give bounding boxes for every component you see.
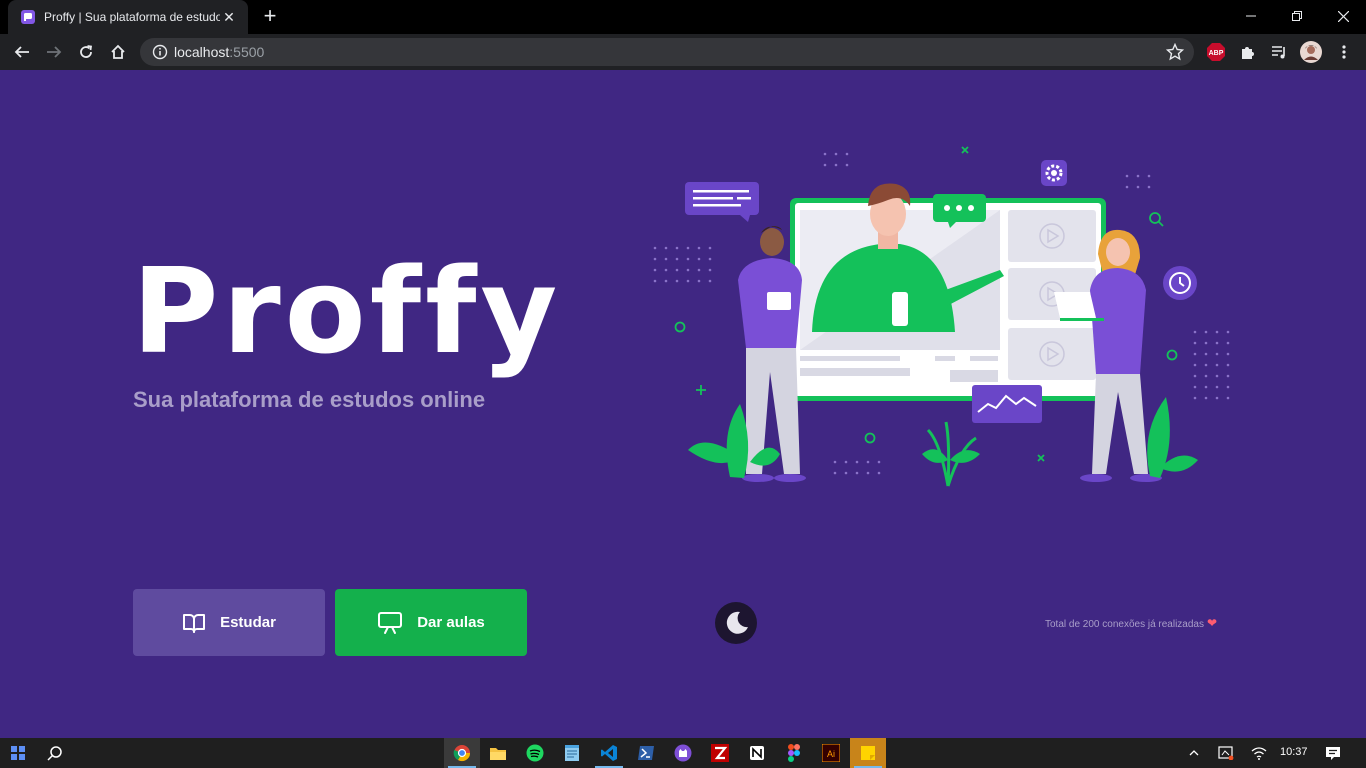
wifi-icon[interactable] <box>1241 738 1277 768</box>
forward-icon[interactable] <box>43 41 65 63</box>
teach-button[interactable]: Dar aulas <box>335 589 527 656</box>
sticky-notes-icon[interactable] <box>850 738 886 768</box>
dark-mode-toggle[interactable] <box>715 602 757 644</box>
page-subtitle: Sua plataforma de estudos online <box>133 387 486 412</box>
notepad-icon[interactable] <box>554 738 590 768</box>
spotify-icon[interactable] <box>517 738 553 768</box>
address-bar[interactable]: localhost:5500 <box>140 38 1194 66</box>
svg-text:Ai: Ai <box>827 749 835 759</box>
url-host: localhost <box>174 44 230 60</box>
presentation-board-icon <box>378 611 403 634</box>
teach-button-label: Dar aulas <box>417 614 485 631</box>
proffy-favicon-icon <box>21 10 35 24</box>
dot-grid-bottom <box>833 460 881 475</box>
reload-icon[interactable] <box>75 41 97 63</box>
system-clock[interactable]: 10:37 <box>1280 746 1308 758</box>
back-icon[interactable] <box>11 41 33 63</box>
settings-gear-icon <box>1041 160 1067 186</box>
powershell-icon[interactable] <box>628 738 664 768</box>
filezilla-icon[interactable] <box>702 738 738 768</box>
new-tab-button[interactable]: + <box>258 5 282 29</box>
total-connections: Total de 200 conexões já realizadas ❤ <box>1045 616 1217 630</box>
chrome-menu-icon[interactable] <box>1333 41 1355 63</box>
screen-capture-tray-icon[interactable] <box>1208 738 1244 768</box>
profile-avatar[interactable] <box>1300 41 1322 63</box>
study-button[interactable]: Estudar <box>133 589 325 656</box>
file-explorer-icon[interactable] <box>480 738 516 768</box>
site-info-icon[interactable] <box>152 44 168 60</box>
extensions-icon[interactable] <box>1237 41 1259 63</box>
heart-icon: ❤ <box>1207 616 1218 630</box>
url-port: :5500 <box>229 44 265 60</box>
show-hidden-icons-chevron-icon[interactable] <box>1176 738 1212 768</box>
close-window-icon[interactable] <box>1320 0 1366 32</box>
clock-icon <box>1163 266 1197 300</box>
tab-title: Proffy | Sua plataforma de estudos onlin… <box>44 10 220 24</box>
dot-grid-left <box>653 246 712 283</box>
minimize-icon[interactable] <box>1228 0 1274 32</box>
landing-page: Proffy Sua plataforma de estudos online <box>0 70 1366 738</box>
study-button-label: Estudar <box>220 614 276 631</box>
dot-grid-top <box>823 152 849 167</box>
connections-text: Total de 200 conexões já realizadas <box>1045 619 1204 630</box>
hero-illustration <box>653 146 1230 487</box>
figma-icon[interactable] <box>776 738 812 768</box>
svg-text:ABP: ABP <box>1209 50 1224 57</box>
chrome-icon[interactable] <box>444 738 480 768</box>
restore-icon[interactable] <box>1274 0 1320 32</box>
vscode-icon[interactable] <box>591 738 627 768</box>
illustrator-icon[interactable]: Ai <box>813 738 849 768</box>
start-menu-icon[interactable] <box>0 738 36 768</box>
home-icon[interactable] <box>107 41 129 63</box>
proffy-logo: Proffy <box>132 242 562 380</box>
windows-taskbar: Ai 10:37 <box>0 738 1366 768</box>
url-text: localhost:5500 <box>174 44 264 60</box>
tab-close-icon[interactable]: ✕ <box>220 9 238 26</box>
search-icon[interactable] <box>37 738 73 768</box>
chat-bubble-left-icon <box>685 182 759 222</box>
media-queue-icon[interactable] <box>1268 41 1290 63</box>
moon-icon <box>726 611 748 634</box>
book-open-icon <box>183 613 206 633</box>
browser-tabbar: Proffy | Sua plataforma de estudos onlin… <box>0 0 1366 34</box>
dot-grid-right-top <box>1125 174 1151 189</box>
browser-tab[interactable]: Proffy | Sua plataforma de estudos onlin… <box>8 0 248 34</box>
dot-grid-right <box>1193 330 1230 400</box>
chart-card-icon <box>972 385 1042 423</box>
github-desktop-icon[interactable] <box>665 738 701 768</box>
adblock-plus-icon[interactable]: ABP <box>1205 41 1227 63</box>
action-center-icon[interactable] <box>1315 738 1351 768</box>
notion-icon[interactable] <box>739 738 775 768</box>
bookmark-star-icon[interactable] <box>1166 43 1184 61</box>
